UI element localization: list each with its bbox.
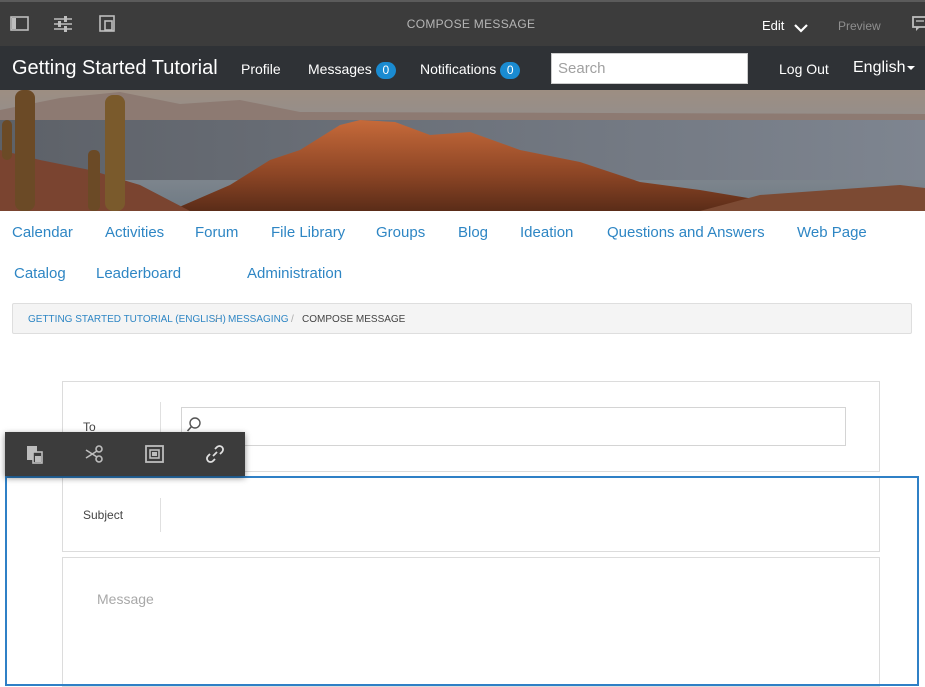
paste-button[interactable]	[5, 432, 65, 476]
breadcrumb-separator: /	[215, 314, 218, 325]
notifications-count-badge: 0	[500, 62, 521, 79]
selected-component-outline	[5, 476, 919, 686]
notifications-label: Notifications	[420, 61, 497, 77]
recipient-input[interactable]	[181, 407, 846, 446]
nav-groups[interactable]: Groups	[376, 224, 425, 241]
nav-questions-and-answers[interactable]: Questions and Answers	[607, 224, 765, 241]
link-icon	[206, 445, 224, 463]
insert-button[interactable]	[125, 432, 185, 476]
breadcrumb-item-messaging[interactable]: MESSAGING	[228, 314, 289, 325]
annotation-icon[interactable]	[912, 16, 925, 32]
edit-mode-dropdown[interactable]: Edit	[762, 18, 784, 33]
profile-link[interactable]: Profile	[241, 61, 281, 77]
messages-label: Messages	[308, 61, 372, 77]
site-header: Getting Started Tutorial Profile Message…	[0, 46, 925, 90]
nav-web-page[interactable]: Web Page	[797, 224, 867, 241]
insert-icon	[145, 445, 164, 463]
nav-ideation[interactable]: Ideation	[520, 224, 573, 241]
breadcrumb: GETTING STARTED TUTORIAL (ENGLISH) / MES…	[12, 303, 912, 334]
nav-blog[interactable]: Blog	[458, 224, 488, 241]
component-toolbar	[5, 432, 245, 476]
preview-button[interactable]: Preview	[838, 19, 881, 33]
breadcrumb-item-tutorial[interactable]: GETTING STARTED TUTORIAL (ENGLISH)	[28, 314, 226, 325]
site-title[interactable]: Getting Started Tutorial	[12, 57, 218, 80]
chevron-down-icon[interactable]	[794, 20, 808, 33]
messages-count-badge: 0	[375, 62, 396, 79]
nav-calendar[interactable]: Calendar	[12, 224, 73, 241]
cut-icon	[85, 445, 103, 463]
paste-icon	[27, 446, 43, 464]
editor-toolbar: COMPOSE MESSAGE Edit Preview	[0, 0, 925, 46]
messages-link[interactable]: Messages 0	[308, 61, 396, 79]
breadcrumb-item-current: COMPOSE MESSAGE	[302, 314, 406, 325]
link-button[interactable]	[185, 432, 245, 476]
search-input[interactable]	[551, 53, 748, 84]
language-selector[interactable]: English	[853, 59, 905, 77]
cut-button[interactable]	[65, 432, 125, 476]
logout-link[interactable]: Log Out	[779, 61, 829, 77]
caret-down-icon[interactable]	[907, 66, 915, 70]
nav-forum[interactable]: Forum	[195, 224, 238, 241]
breadcrumb-separator: /	[291, 314, 294, 325]
editor-title: COMPOSE MESSAGE	[406, 17, 536, 31]
nav-file-library[interactable]: File Library	[271, 224, 345, 241]
nav-catalog[interactable]: Catalog	[14, 265, 66, 282]
search-icon	[186, 417, 202, 433]
nav-activities[interactable]: Activities	[105, 224, 164, 241]
nav-administration[interactable]: Administration	[247, 265, 342, 282]
nav-leaderboard[interactable]: Leaderboard	[96, 265, 181, 282]
notifications-link[interactable]: Notifications 0	[420, 61, 521, 79]
banner-image	[0, 90, 925, 211]
